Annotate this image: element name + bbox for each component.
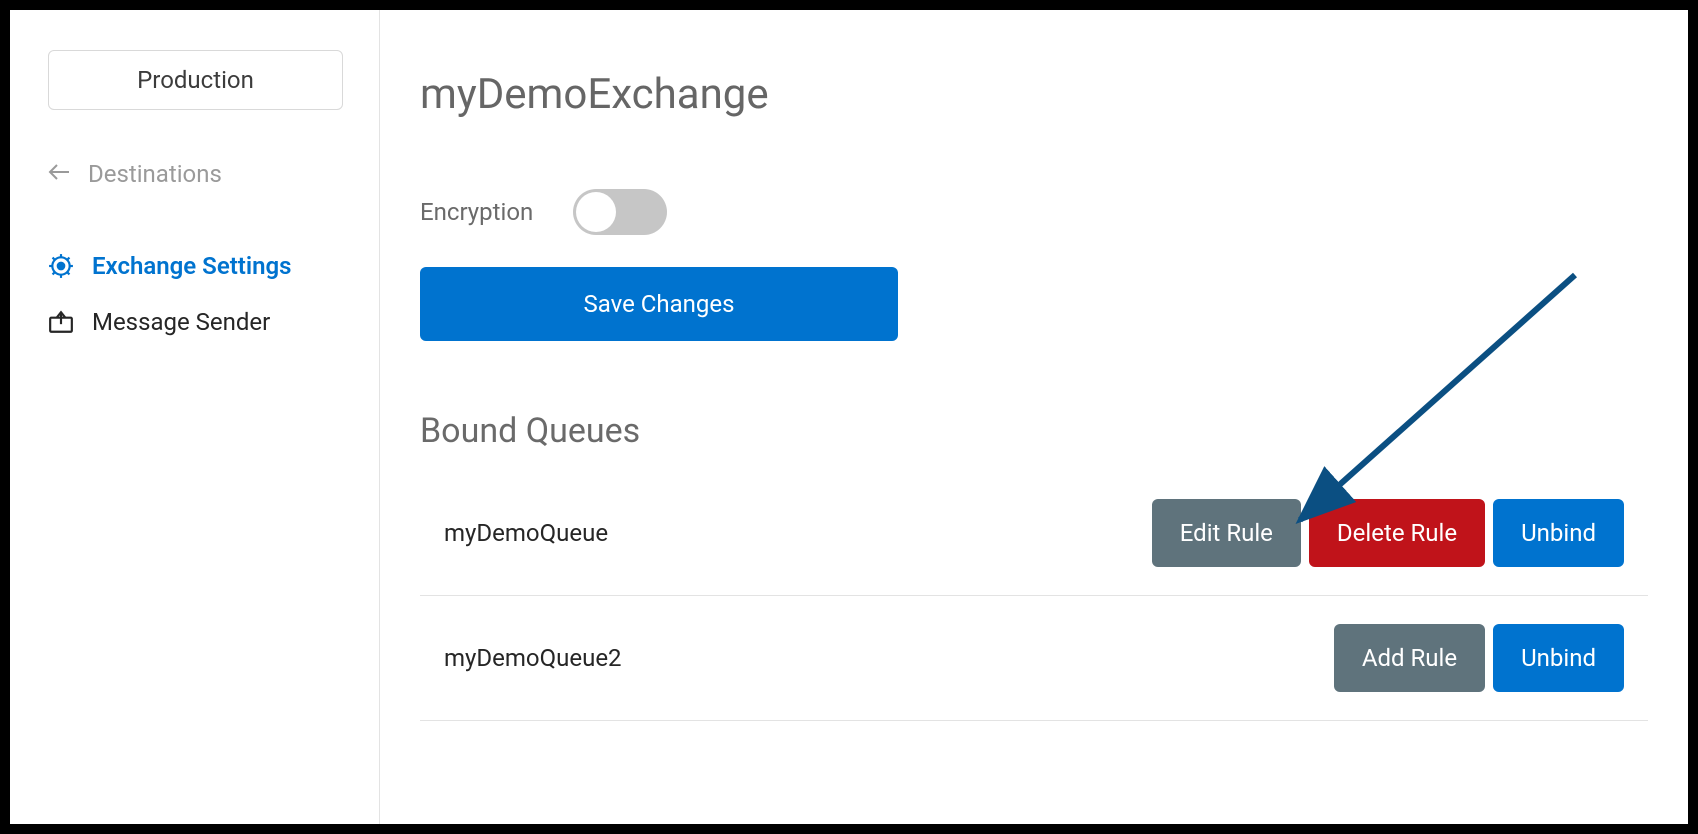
nav-item-message-sender[interactable]: Message Sender [48, 294, 341, 350]
unbind-button[interactable]: Unbind [1493, 499, 1624, 567]
send-icon [48, 309, 74, 335]
nav-item-label: Exchange Settings [92, 252, 292, 280]
gear-icon [48, 253, 74, 279]
app-frame: Production Destinations [10, 10, 1688, 824]
queue-actions: Add Rule Unbind [1334, 624, 1624, 692]
bound-queues-list: myDemoQueue Edit Rule Delete Rule Unbind… [420, 471, 1648, 721]
main-content: myDemoExchange Encryption Save Changes B… [380, 10, 1688, 824]
back-link-label: Destinations [88, 160, 222, 188]
add-rule-button[interactable]: Add Rule [1334, 624, 1485, 692]
sidebar: Production Destinations [10, 10, 380, 824]
save-changes-button[interactable]: Save Changes [420, 267, 898, 341]
bound-queues-heading: Bound Queues [420, 411, 1648, 451]
queue-actions: Edit Rule Delete Rule Unbind [1152, 499, 1624, 567]
encryption-toggle[interactable] [573, 189, 667, 235]
unbind-button[interactable]: Unbind [1493, 624, 1624, 692]
toggle-knob [576, 192, 616, 232]
nav-item-exchange-settings[interactable]: Exchange Settings [48, 238, 341, 294]
page-title: myDemoExchange [420, 70, 1648, 119]
environment-selector[interactable]: Production [48, 50, 343, 110]
encryption-row: Encryption [420, 189, 1648, 235]
queue-name: myDemoQueue2 [444, 644, 1334, 672]
arrow-left-icon [48, 162, 70, 187]
queue-row: myDemoQueue Edit Rule Delete Rule Unbind [420, 471, 1648, 596]
back-link-destinations[interactable]: Destinations [48, 160, 341, 188]
encryption-label: Encryption [420, 198, 533, 226]
edit-rule-button[interactable]: Edit Rule [1152, 499, 1301, 567]
queue-name: myDemoQueue [444, 519, 1152, 547]
nav-item-label: Message Sender [92, 308, 270, 336]
delete-rule-button[interactable]: Delete Rule [1309, 499, 1485, 567]
queue-row: myDemoQueue2 Add Rule Unbind [420, 596, 1648, 721]
